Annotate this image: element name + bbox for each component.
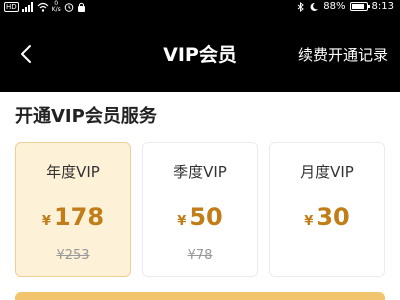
plan-name: 年度VIP — [46, 163, 100, 181]
page-title: VIP会员 — [163, 44, 237, 66]
battery-percent: 88% — [323, 1, 346, 12]
cellular-signal-icon — [21, 2, 33, 12]
plan-currency: ¥ — [41, 214, 51, 229]
status-time: 8:13 — [371, 1, 394, 12]
wifi-icon — [37, 2, 49, 12]
moon-icon — [310, 2, 319, 11]
lock-icon — [77, 2, 85, 12]
plan-list: 年度VIP ¥178 ¥253 季度VIP ¥50 ¥78 月度VIP ¥30 — [15, 142, 385, 277]
plan-price: ¥30 — [270, 203, 384, 231]
section-title: 开通VIP会员服务 — [15, 106, 157, 127]
status-bar: HD 0 K/s 88% 8:13 — [0, 0, 400, 14]
alarm-icon — [64, 3, 74, 12]
plan-amount: 178 — [53, 203, 105, 231]
plan-card-quarterly[interactable]: 季度VIP ¥50 ¥78 — [142, 142, 258, 277]
plan-card-monthly[interactable]: 月度VIP ¥30 — [269, 142, 385, 277]
status-left: HD 0 K/s — [4, 1, 86, 13]
main-content: 开通VIP会员服务 年度VIP ¥178 ¥253 季度VIP ¥50 ¥78 … — [0, 92, 400, 300]
status-right: 88% 8:13 — [297, 1, 394, 12]
plan-price: ¥178 — [16, 203, 130, 231]
plan-price: ¥50 — [143, 203, 257, 231]
plan-amount: 30 — [316, 203, 350, 231]
confirm-button-edge[interactable] — [15, 292, 385, 300]
plan-name: 季度VIP — [173, 163, 227, 181]
plan-original-price: ¥78 — [187, 248, 213, 263]
back-chevron-icon[interactable] — [16, 42, 36, 66]
plan-amount: 50 — [189, 203, 223, 231]
plan-currency: ¥ — [177, 214, 187, 229]
plan-card-annual[interactable]: 年度VIP ¥178 ¥253 — [15, 142, 131, 277]
battery-icon — [349, 2, 370, 11]
nav-bar: VIP会员 续费开通记录 — [0, 14, 400, 92]
hd-badge: HD — [4, 2, 19, 12]
net-speed: 0 K/s — [52, 1, 61, 13]
battery-fill — [351, 4, 364, 9]
plan-original-price: ¥253 — [56, 248, 90, 263]
plan-currency: ¥ — [304, 214, 314, 229]
net-speed-unit: K/s — [51, 6, 61, 13]
plan-name: 月度VIP — [300, 163, 354, 181]
renewal-record-link[interactable]: 续费开通记录 — [298, 44, 388, 65]
bluetooth-icon — [297, 1, 305, 12]
